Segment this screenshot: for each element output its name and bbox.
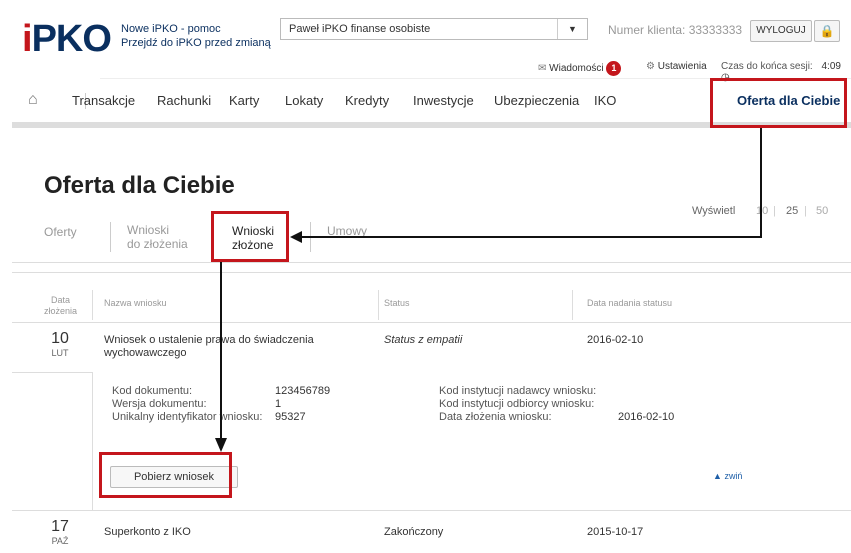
annotation-arrows <box>215 128 762 452</box>
arrow-head-down <box>215 438 227 452</box>
arrow-nav-to-tab <box>300 128 762 238</box>
arrow-head-left <box>290 231 302 243</box>
